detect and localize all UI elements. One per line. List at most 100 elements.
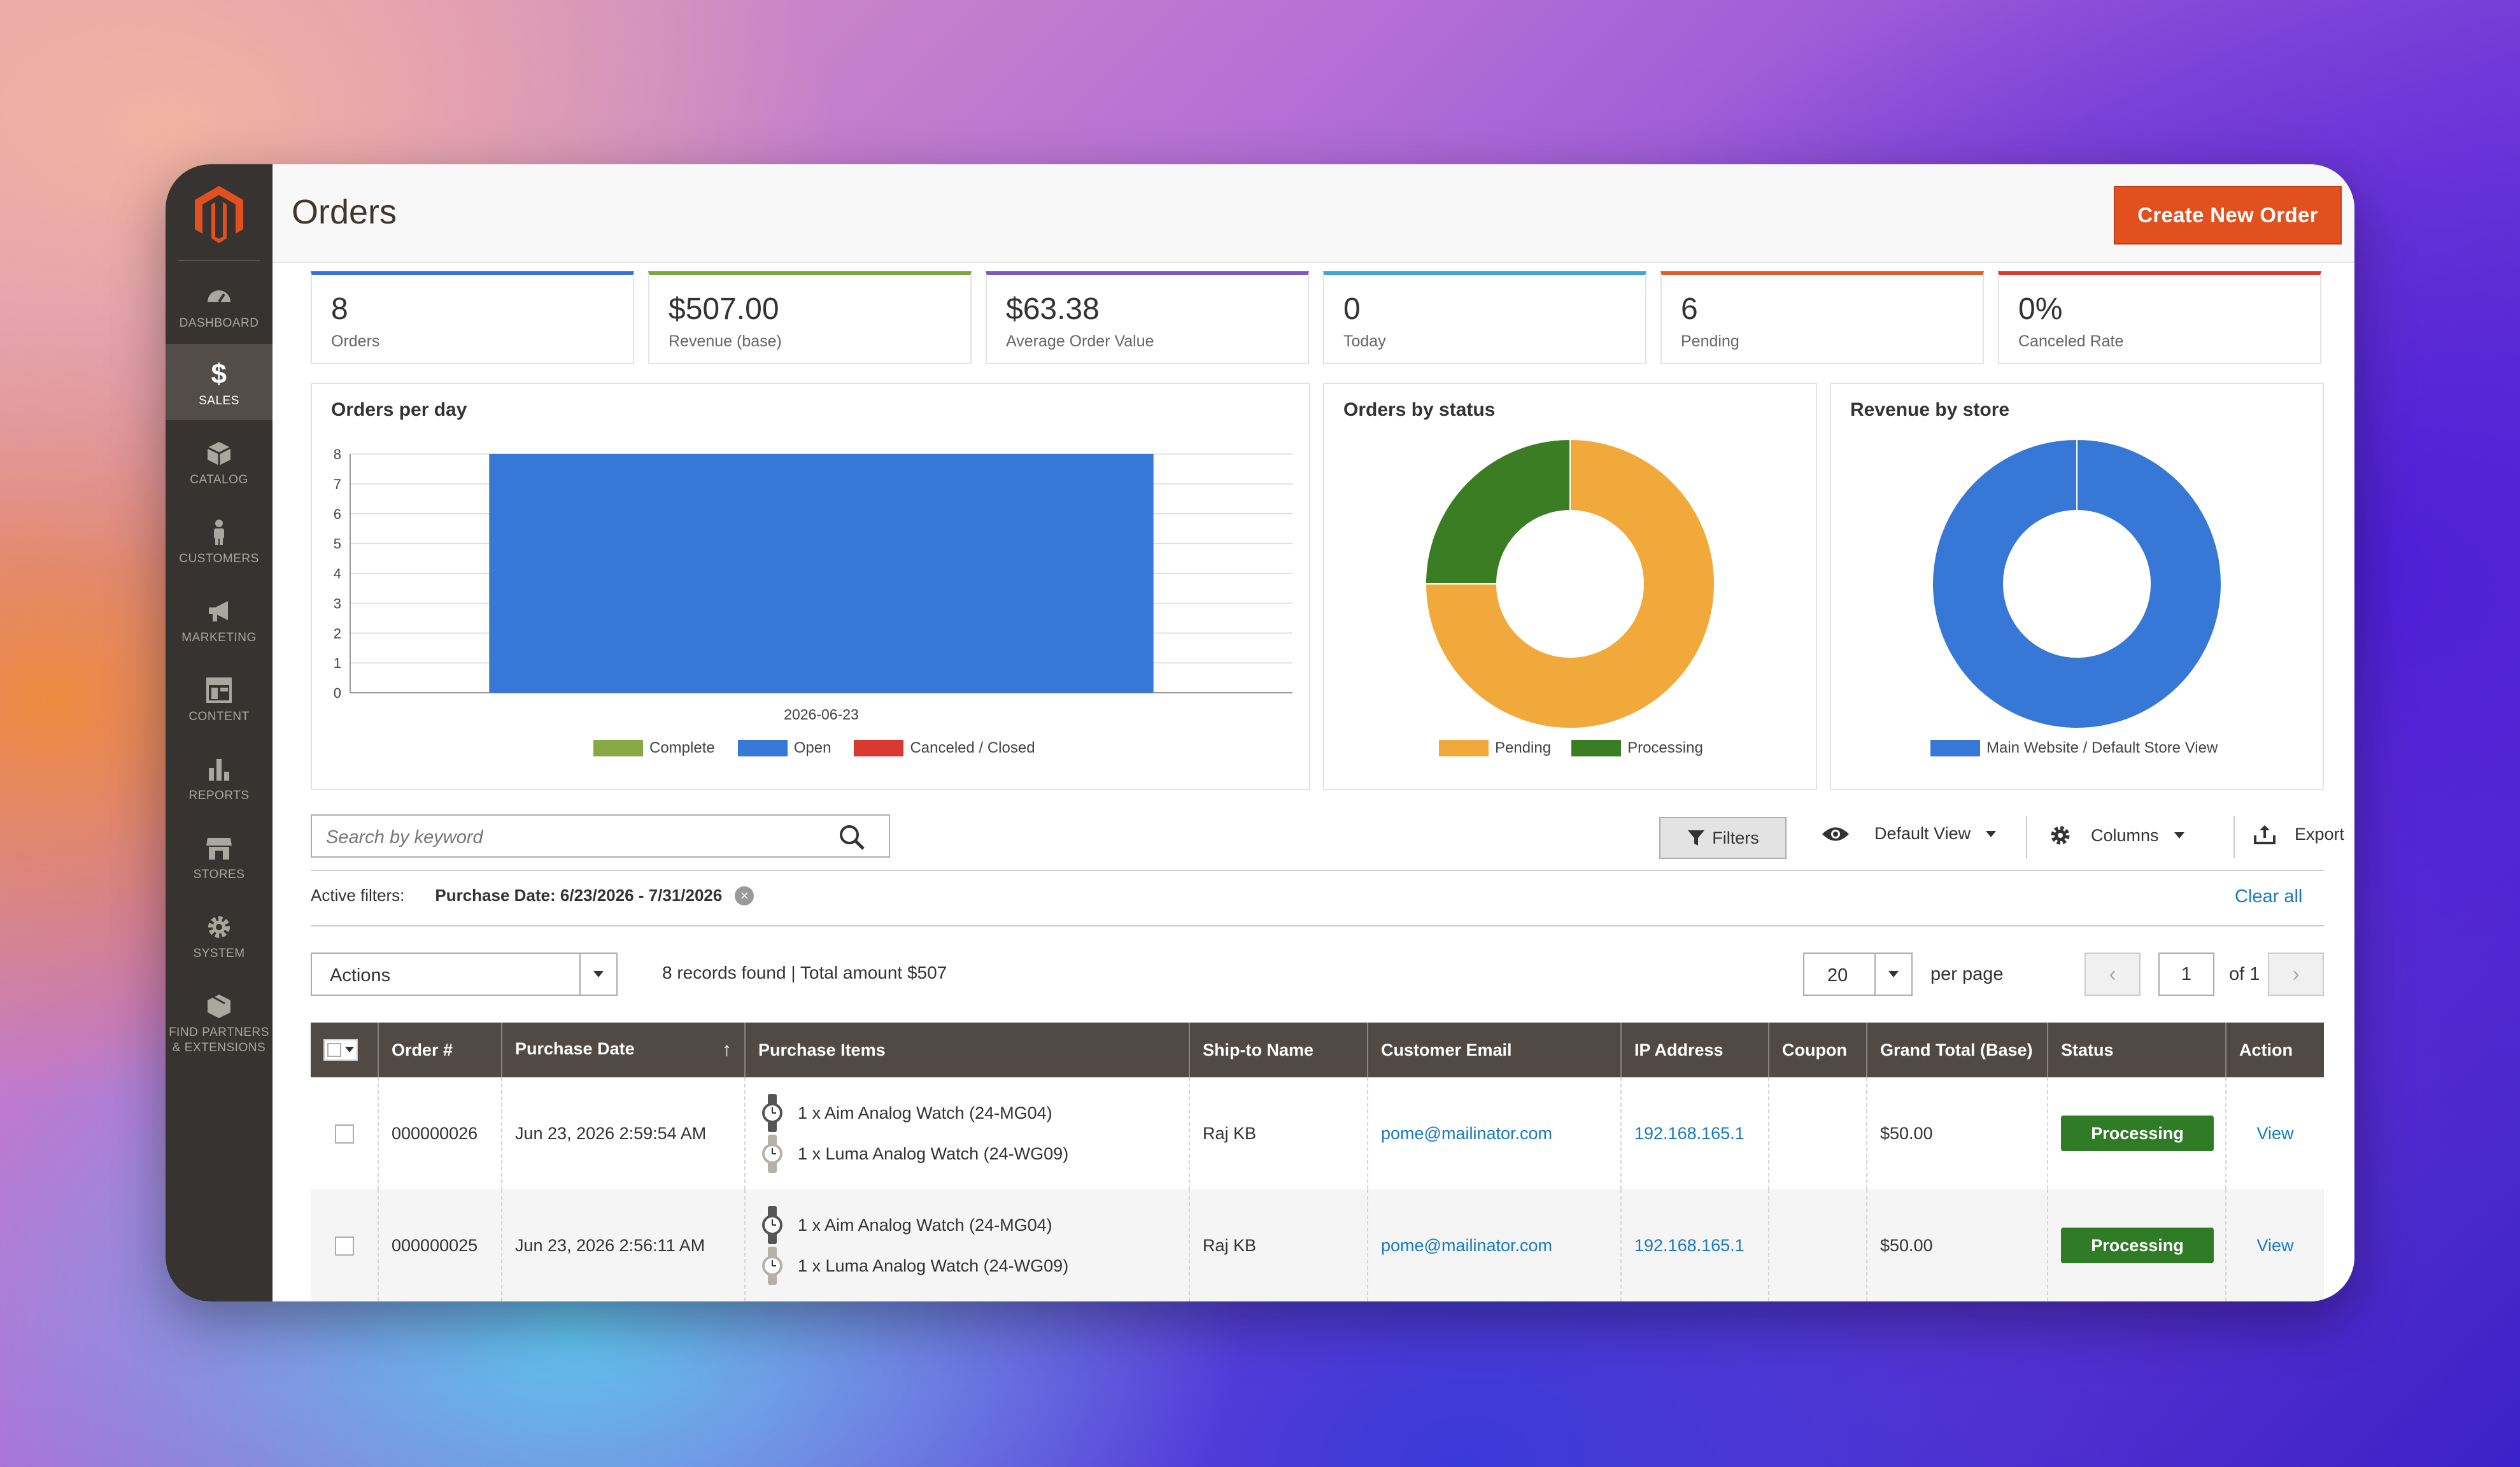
stat-tile: $507.00 Revenue (base) [648, 271, 972, 364]
purchase-date: Jun 23, 2026 2:56:11 AM [501, 1189, 745, 1301]
order-number: 000000026 [378, 1077, 502, 1189]
row-checkbox[interactable] [334, 1124, 354, 1144]
email-link[interactable]: pome@mailinator.com [1381, 1236, 1552, 1255]
actions-dropdown[interactable]: Actions [311, 953, 618, 996]
status-badge: Processing [2061, 1228, 2214, 1263]
sidebar-item-label: DASHBOARD [179, 316, 259, 330]
column-header-ip[interactable]: IP Address [1620, 1023, 1769, 1077]
bar-chart-icon [209, 759, 229, 781]
ship-to-name: Raj KB [1189, 1077, 1368, 1189]
sidebar-item-system[interactable]: SYSTEM [166, 896, 273, 973]
stat-label: Today [1343, 332, 1386, 350]
sidebar-item-label: CATALOG [190, 473, 248, 486]
email-link[interactable]: pome@mailinator.com [1381, 1124, 1552, 1143]
prev-page-button[interactable]: ‹ [2085, 953, 2141, 996]
y-tick-label: 1 [334, 655, 341, 671]
sidebar-item-customers[interactable]: CUSTOMERS [166, 502, 273, 578]
row-select-cell[interactable] [311, 1189, 378, 1301]
order-number: 000000025 [378, 1189, 502, 1301]
search-icon[interactable] [838, 823, 866, 851]
table-header-row: Order # Purchase Date ↑ Purchase Items Sh… [311, 1023, 2324, 1077]
sidebar-item-label: MARKETING [181, 631, 257, 644]
page-number-input[interactable]: 1 [2158, 953, 2214, 996]
magento-logo-icon[interactable] [194, 186, 244, 243]
legend-swatch [1439, 740, 1489, 756]
remove-filter-icon[interactable]: × [735, 886, 754, 905]
column-header-purchase-date[interactable]: Purchase Date ↑ [501, 1023, 745, 1077]
legend-label: Main Website / Default Store View [1986, 739, 2218, 756]
ip-address[interactable]: 192.168.165.1 [1620, 1077, 1769, 1189]
product-thumbnail-icon [762, 1206, 782, 1244]
stat-label: Average Order Value [1006, 332, 1154, 350]
table-row[interactable]: 000000025 Jun 23, 2026 2:56:11 AM 1 x Ai… [311, 1189, 2324, 1301]
sidebar-item-marketing[interactable]: MARKETING [166, 581, 273, 657]
revenue-by-store-chart [1932, 439, 2222, 729]
coupon [1768, 1077, 1867, 1189]
stat-label: Pending [1681, 332, 1739, 350]
ip-link[interactable]: 192.168.165.1 [1634, 1124, 1745, 1143]
sidebar-item-reports[interactable]: REPORTS [166, 739, 273, 815]
legend-swatch [593, 740, 643, 756]
action-cell[interactable]: View [2225, 1189, 2324, 1301]
sidebar-item-dashboard[interactable]: DASHBOARD [166, 266, 273, 343]
customer-email[interactable]: pome@mailinator.com [1367, 1077, 1621, 1189]
orders-by-status-panel: Orders by status Pending Processing [1323, 383, 1817, 790]
ip-link[interactable]: 192.168.165.1 [1634, 1236, 1745, 1255]
column-header-grand-total[interactable]: Grand Total (Base) [1866, 1023, 2048, 1077]
purchase-items: 1 x Aim Analog Watch (24-MG04) 1 x Luma … [744, 1077, 1189, 1189]
view-link[interactable]: View [2256, 1124, 2293, 1143]
toolbar-divider [2233, 816, 2235, 858]
sidebar-item-stores[interactable]: STORES [166, 818, 273, 894]
chevron-down-icon [345, 1047, 354, 1052]
mass-select-checkbox[interactable] [323, 1038, 358, 1061]
page-count: of 1 [2229, 964, 2260, 984]
chevron-down-icon [2174, 832, 2184, 839]
slice-processing[interactable] [1424, 438, 1571, 585]
sidebar-divider [178, 260, 260, 261]
y-tick-label: 6 [334, 506, 341, 522]
sidebar-item-content[interactable]: CONTENT [166, 660, 273, 736]
y-tick-label: 7 [334, 476, 341, 492]
row-checkbox[interactable] [334, 1236, 354, 1256]
column-header-ship-to[interactable]: Ship-to Name [1189, 1023, 1368, 1077]
gear-icon [208, 916, 230, 938]
column-header-email[interactable]: Customer Email [1367, 1023, 1621, 1077]
customer-email[interactable]: pome@mailinator.com [1367, 1189, 1621, 1301]
clear-all-link[interactable]: Clear all [2235, 886, 2302, 907]
columns-dropdown[interactable]: Columns [2049, 824, 2184, 847]
eye-icon [1822, 827, 1849, 840]
sidebar-item-sales[interactable]: $ SALES [166, 344, 273, 420]
column-header-coupon[interactable]: Coupon [1768, 1023, 1867, 1077]
search-input[interactable]: Search by keyword [311, 814, 890, 858]
divider [311, 925, 2324, 926]
per-page-select[interactable]: 20 [1803, 953, 1913, 996]
stat-label: Orders [331, 332, 380, 350]
stat-value: $507.00 [669, 292, 779, 326]
chevron-down-icon [579, 954, 616, 995]
sidebar-item-catalog[interactable]: CATALOG [166, 423, 273, 499]
product-thumbnail-icon [762, 1135, 782, 1173]
action-cell[interactable]: View [2225, 1077, 2324, 1189]
column-header-purchase-items[interactable]: Purchase Items [744, 1023, 1189, 1077]
divider [311, 870, 2324, 871]
ip-address[interactable]: 192.168.165.1 [1620, 1189, 1769, 1301]
column-header-order[interactable]: Order # [378, 1023, 502, 1077]
person-icon [214, 520, 224, 545]
next-page-button[interactable]: › [2268, 953, 2324, 996]
mass-select-header[interactable] [311, 1023, 378, 1077]
filters-button[interactable]: Filters [1659, 817, 1787, 859]
create-new-order-button[interactable]: Create New Order [2114, 186, 2342, 244]
table-row[interactable]: 000000026 Jun 23, 2026 2:59:54 AM 1 x Ai… [311, 1077, 2324, 1189]
per-page-label: per page [1930, 964, 2004, 984]
default-view-dropdown[interactable]: Default View [1821, 824, 1997, 844]
export-dropdown[interactable]: Export [2254, 824, 2354, 844]
sidebar-item-find-partners[interactable]: FIND PARTNERS & EXTENSIONS [166, 975, 273, 1065]
view-link[interactable]: View [2256, 1236, 2293, 1255]
actions-label: Actions [330, 965, 391, 986]
filters-label: Filters [1712, 828, 1759, 847]
bar-open[interactable] [489, 454, 1154, 693]
column-header-status[interactable]: Status [2047, 1023, 2226, 1077]
y-tick-label: 3 [334, 595, 341, 611]
y-tick-label: 2 [334, 625, 341, 641]
row-select-cell[interactable] [311, 1077, 378, 1189]
